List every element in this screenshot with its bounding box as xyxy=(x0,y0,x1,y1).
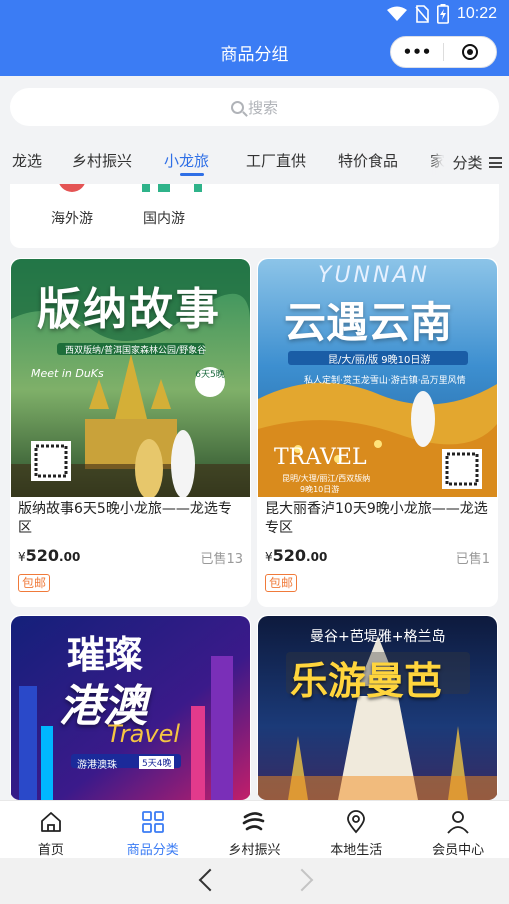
sold-count: 已售13 xyxy=(200,552,243,567)
product-image: 曼谷+芭堤雅+格兰岛 乐游曼芭 xyxy=(258,616,497,800)
status-time: 10:22 xyxy=(456,5,497,22)
tab-factory[interactable]: 工厂直供 xyxy=(246,150,306,171)
menu-icon xyxy=(488,156,502,168)
target-icon xyxy=(462,44,478,60)
product-price: ¥520.00 xyxy=(18,546,80,565)
nav-bar: 商品分组 ••• xyxy=(0,28,509,76)
free-shipping-tag: 包邮 xyxy=(265,574,298,592)
more-menu-button[interactable]: ••• xyxy=(391,43,443,61)
no-sim-icon xyxy=(415,5,429,23)
status-bar: 10:22 xyxy=(0,0,509,28)
system-navigation xyxy=(0,858,509,904)
poster-headline: 乐游曼芭 xyxy=(290,659,443,703)
tab-rural[interactable]: 乡村振兴 xyxy=(72,150,132,171)
subcategory-domestic[interactable]: 国内游 xyxy=(124,184,204,228)
poster-script: YUNNAN xyxy=(318,263,430,288)
poster-travel: TRAVEL xyxy=(274,445,367,470)
sold-count: 已售1 xyxy=(455,552,490,567)
search-placeholder: 搜索 xyxy=(247,98,278,117)
subcategory-panel: 海外游 国内游 xyxy=(10,184,499,248)
battery-icon xyxy=(436,4,449,24)
category-button[interactable]: 分类 xyxy=(445,140,509,184)
product-title: 昆大丽香泸10天9晚小龙旅——龙选专区 xyxy=(265,501,488,536)
active-tab-indicator xyxy=(180,173,204,176)
poster-days: 9晚10日游 xyxy=(300,485,340,494)
category-tabs: 龙选 乡村振兴 小龙旅 工厂直供 特价食品 家 分类 xyxy=(0,140,509,184)
back-chevron-icon[interactable] xyxy=(198,868,222,892)
subcategory-overseas[interactable]: 海外游 xyxy=(32,184,112,228)
tab-special-food[interactable]: 特价食品 xyxy=(338,150,398,171)
poster-subtitle: 昆/大/丽/版 9晚10日游 xyxy=(328,355,431,366)
category-button-label: 分类 xyxy=(452,153,483,172)
tab-longxuan[interactable]: 龙选 xyxy=(12,150,42,171)
tabbar-label: 会员中心 xyxy=(432,843,485,858)
tabbar-category[interactable]: 商品分类 xyxy=(102,801,204,858)
poster-headline: 版纳故事 xyxy=(37,284,221,335)
currency-symbol: ¥ xyxy=(18,550,26,564)
tab-home[interactable]: 家 xyxy=(430,150,445,171)
close-miniapp-button[interactable] xyxy=(444,44,496,60)
user-icon xyxy=(447,811,469,834)
product-price: ¥520.00 xyxy=(265,546,327,565)
poster-badge: 5天4晚 xyxy=(139,756,175,769)
search-area: 搜索 xyxy=(0,76,509,140)
miniapp-capsule: ••• xyxy=(390,36,497,68)
tabbar-home[interactable]: 首页 xyxy=(0,801,102,858)
tabbar-rural[interactable]: 乡村振兴 xyxy=(204,801,306,858)
product-card[interactable]: 曼谷+芭堤雅+格兰岛 乐游曼芭 xyxy=(257,615,498,800)
free-shipping-tag: 包邮 xyxy=(18,574,51,592)
domestic-icon xyxy=(142,184,202,194)
rural-logo-icon xyxy=(243,812,265,831)
price-decimal: .00 xyxy=(59,550,81,564)
wifi-icon xyxy=(386,6,407,21)
overseas-icon xyxy=(54,184,90,194)
product-card[interactable]: 版纳故事 西双版纳/普洱国家森林公园/野象谷 Meet in DuKs 6天5晚… xyxy=(10,258,251,607)
more-dots-icon: ••• xyxy=(402,43,432,61)
poster-script: Meet in DuKs xyxy=(31,367,104,380)
tabbar-label: 乡村振兴 xyxy=(228,843,281,858)
tabbar-local-life[interactable]: 本地生活 xyxy=(305,801,407,858)
subcategory-label: 国内游 xyxy=(143,211,185,227)
product-card[interactable]: 璀璨 港澳 Travel 游港澳珠 5天4晚 xyxy=(10,615,251,800)
poster-script: Travel xyxy=(107,720,181,748)
currency-symbol: ¥ xyxy=(265,550,273,564)
tabbar-member[interactable]: 会员中心 xyxy=(407,801,509,858)
location-pin-icon xyxy=(347,810,366,834)
tabbar-label: 首页 xyxy=(37,843,64,858)
poster-tagline: 私人定制·赏玉龙雪山·游古镇·品万里风情 xyxy=(304,376,466,386)
tabbar-label: 商品分类 xyxy=(126,843,179,858)
home-icon xyxy=(40,812,61,832)
product-image: 璀璨 港澳 Travel 游港澳珠 5天4晚 xyxy=(11,616,250,800)
tabbar-label: 本地生活 xyxy=(330,843,383,858)
poster-subtitle: 西双版纳/普洱国家森林公园/野象谷 xyxy=(65,346,207,356)
price-decimal: .00 xyxy=(306,550,328,564)
product-title: 版纳故事6天5晚小龙旅——龙选专区 xyxy=(18,501,232,536)
product-image: YUNNAN 云遇云南 昆/大/丽/版 9晚10日游 私人定制·赏玉龙雪山·游古… xyxy=(258,259,497,497)
poster-headline: 云遇云南 xyxy=(284,298,453,347)
search-input[interactable]: 搜索 xyxy=(10,88,499,126)
poster-subtitle: 游港澳珠 xyxy=(77,760,117,771)
product-card[interactable]: YUNNAN 云遇云南 昆/大/丽/版 9晚10日游 私人定制·赏玉龙雪山·游古… xyxy=(257,258,498,607)
price-integer: 520 xyxy=(272,546,307,565)
search-icon xyxy=(230,100,244,114)
bottom-tab-bar: 首页 商品分类 乡村振兴 本地生活 会员中心 xyxy=(0,800,509,858)
tab-xiaolonglv[interactable]: 小龙旅 xyxy=(164,150,209,171)
forward-chevron-icon[interactable] xyxy=(290,868,314,892)
poster-top-line: 曼谷+芭堤雅+格兰岛 xyxy=(310,629,446,645)
poster-route: 昆明/大理/丽江/西双版纳 xyxy=(282,474,371,483)
poster-badge: 6天5晚 xyxy=(195,367,225,397)
category-grid-icon xyxy=(141,811,164,833)
subcategory-label: 海外游 xyxy=(51,211,93,227)
price-integer: 520 xyxy=(25,546,60,565)
product-image: 版纳故事 西双版纳/普洱国家森林公园/野象谷 Meet in DuKs 6天5晚 xyxy=(11,259,250,497)
